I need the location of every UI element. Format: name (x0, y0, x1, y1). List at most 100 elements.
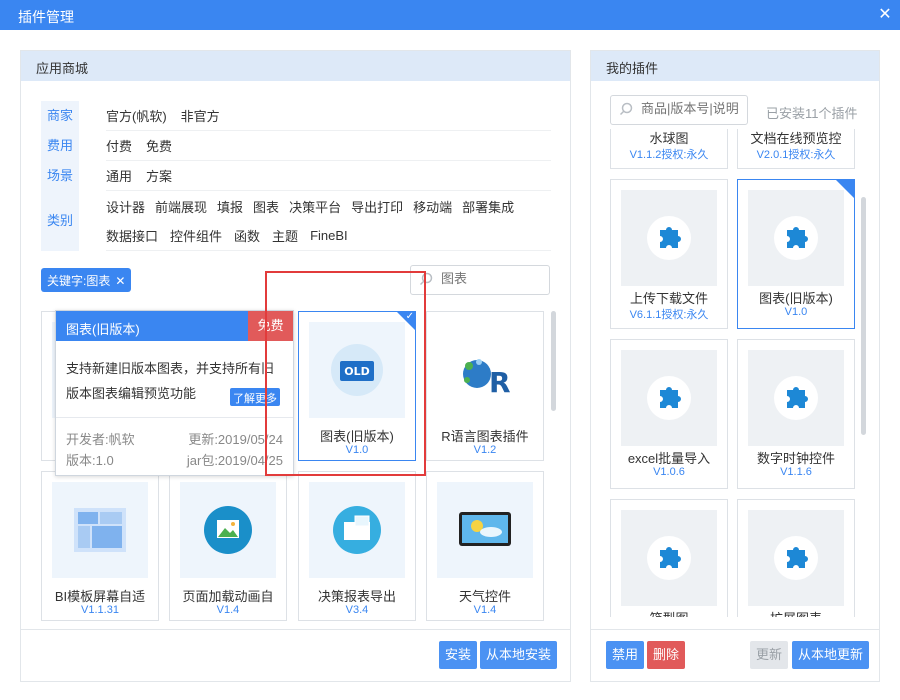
local-update-button[interactable]: 从本地更新 (792, 641, 870, 669)
title-bar: 插件管理 ✕ (0, 0, 900, 30)
filter-option[interactable]: 图表 (253, 197, 279, 216)
free-badge: 免费 (248, 311, 293, 341)
close-icon[interactable]: ✕ (870, 0, 900, 30)
plugin-version: V6.1.1授权:永久 (629, 309, 709, 321)
plugin-thumbnail (309, 482, 405, 578)
install-button[interactable]: 安装 (439, 641, 478, 669)
puzzle-icon (647, 216, 691, 260)
plugin-name: 上传下载文件 (629, 291, 708, 306)
old-chart-icon: OLD (331, 344, 383, 396)
weather-icon (459, 512, 511, 546)
keyword-tag: 关键字:图表 ✕ (41, 268, 132, 292)
filter-option[interactable]: 非官方 (181, 106, 220, 125)
filter-option[interactable]: 控件组件 (170, 226, 222, 245)
filter-option[interactable]: 方案 (146, 166, 172, 185)
remove-tag-icon[interactable]: ✕ (115, 274, 125, 288)
disable-button[interactable]: 禁用 (606, 641, 645, 669)
filter-option[interactable]: 函数 (234, 226, 260, 245)
plugin-card-selected[interactable]: 图表(旧版本) V1.0 (737, 179, 855, 329)
local-install-button[interactable]: 从本地安装 (480, 641, 558, 669)
plugin-card-old-chart[interactable]: OLD 图表(旧版本) V1.0 ✓ (298, 311, 416, 461)
filter-values-vendor: 官方(帆软) 非官方 (106, 101, 551, 131)
plugin-version: V1.1.31 (81, 604, 119, 616)
plugin-card-page-loading[interactable]: 页面加载动画自 V1.4 (169, 471, 287, 621)
tooltip-version: 版本:1.0 (66, 453, 114, 468)
filter-option[interactable]: 决策平台 (289, 197, 341, 216)
plugin-thumbnail (437, 482, 533, 578)
plugin-name: 文档在线预览控 (750, 131, 842, 146)
selected-check-icon (836, 180, 854, 198)
filter-option[interactable]: FineBI (310, 228, 348, 243)
my-plugins-scrollbar[interactable] (861, 197, 866, 435)
my-plugins-search[interactable] (610, 95, 748, 125)
plugin-version: V1.0.6 (653, 466, 685, 478)
filter-values-category-2: 数据接口 控件组件 函数 主题 FineBI (106, 221, 551, 251)
plugin-thumbnail: R (437, 322, 533, 418)
plugin-name: 天气控件 (458, 589, 511, 604)
puzzle-icon (774, 216, 818, 260)
plugin-card-bi-adaptive[interactable]: BI模板屏幕自适 V1.1.31 (41, 471, 159, 621)
delete-button[interactable]: 删除 (647, 641, 686, 669)
plugin-card[interactable]: 扩展图表 (737, 499, 855, 617)
plugin-card[interactable]: 数字时钟控件 V1.1.6 (737, 339, 855, 489)
plugin-version: V2.0.1授权:永久 (756, 149, 836, 161)
puzzle-icon (647, 536, 691, 580)
store-search-input[interactable] (441, 271, 541, 286)
image-icon (204, 506, 252, 554)
plugin-thumbnail (180, 482, 276, 578)
plugin-thumbnail (621, 190, 717, 286)
search-icon (419, 272, 433, 286)
plugin-card[interactable]: 箱型图 (610, 499, 728, 617)
filter-key-vendor: 商家 (41, 101, 79, 131)
plugin-name: 数字时钟控件 (756, 451, 835, 466)
my-plugins-panel: 我的插件 已安装11个插件 水球图 V1.1.2授权:永久 文档在线预览控 V2… (590, 50, 880, 682)
plugin-card[interactable]: 上传下载文件 V6.1.1授权:永久 (610, 179, 728, 329)
filter-option[interactable]: 设计器 (106, 197, 145, 216)
plugin-thumbnail (748, 190, 844, 286)
plugin-thumbnail (621, 350, 717, 446)
store-scrollbar[interactable] (551, 311, 556, 411)
store-footer: 安装 从本地安装 (21, 629, 570, 681)
puzzle-icon (647, 376, 691, 420)
filter-option[interactable]: 官方(帆软) (106, 106, 167, 125)
filter-option[interactable]: 前端展现 (155, 197, 207, 216)
plugin-version: V1.2 (473, 444, 497, 456)
filter-option[interactable]: 导出打印 (351, 197, 403, 216)
filter-values-cost: 付费 免费 (106, 131, 551, 161)
learn-more-button[interactable]: 了解更多 (230, 388, 280, 406)
my-plugins-search-input[interactable] (641, 101, 741, 116)
update-button[interactable]: 更新 (750, 641, 789, 669)
plugin-version: V1.0 (784, 306, 808, 318)
my-plugins-list: 水球图 V1.1.2授权:永久 文档在线预览控 V2.0.1授权:永久 上传下载… (591, 129, 879, 617)
plugin-name: R语言图表插件 (441, 429, 529, 444)
filter-option[interactable]: 移动端 (413, 197, 452, 216)
filter-key-scene: 场景 (41, 161, 79, 191)
plugin-card-r-language[interactable]: R R语言图表插件 V1.2 (426, 311, 544, 461)
plugin-card[interactable]: 文档在线预览控 V2.0.1授权:永久 (737, 129, 855, 169)
tooltip-developer: 开发者:帆软 (66, 432, 135, 447)
plugin-card-report-export[interactable]: 决策报表导出 V3.4 (298, 471, 416, 621)
svg-text:R: R (489, 366, 511, 399)
export-icon (333, 506, 381, 554)
tooltip-updated: 更新:2019/05/24 (188, 432, 283, 447)
plugin-version: V1.1.2授权:永久 (629, 149, 709, 161)
plugin-card[interactable]: 水球图 V1.1.2授权:永久 (610, 129, 728, 169)
filter-option[interactable]: 主题 (272, 226, 298, 245)
filter-option[interactable]: 部署集成 (462, 197, 514, 216)
plugin-version: V3.4 (345, 604, 369, 616)
plugin-name: 箱型图 (611, 608, 727, 617)
plugin-version: V1.0 (345, 444, 369, 456)
plugin-name: excel批量导入 (627, 451, 711, 466)
plugin-version: V1.4 (216, 604, 240, 616)
plugin-card-weather[interactable]: 天气控件 V1.4 (426, 471, 544, 621)
filter-option[interactable]: 填报 (217, 197, 243, 216)
store-search[interactable] (410, 265, 550, 295)
plugin-name: 水球图 (649, 131, 689, 146)
divider (56, 417, 293, 418)
filter-option[interactable]: 付费 (106, 136, 132, 155)
filter-option[interactable]: 数据接口 (106, 226, 158, 245)
plugin-card[interactable]: excel批量导入 V1.0.6 (610, 339, 728, 489)
filter-option[interactable]: 免费 (146, 136, 172, 155)
filter-values-scene: 通用 方案 (106, 161, 551, 191)
filter-option[interactable]: 通用 (106, 166, 132, 185)
